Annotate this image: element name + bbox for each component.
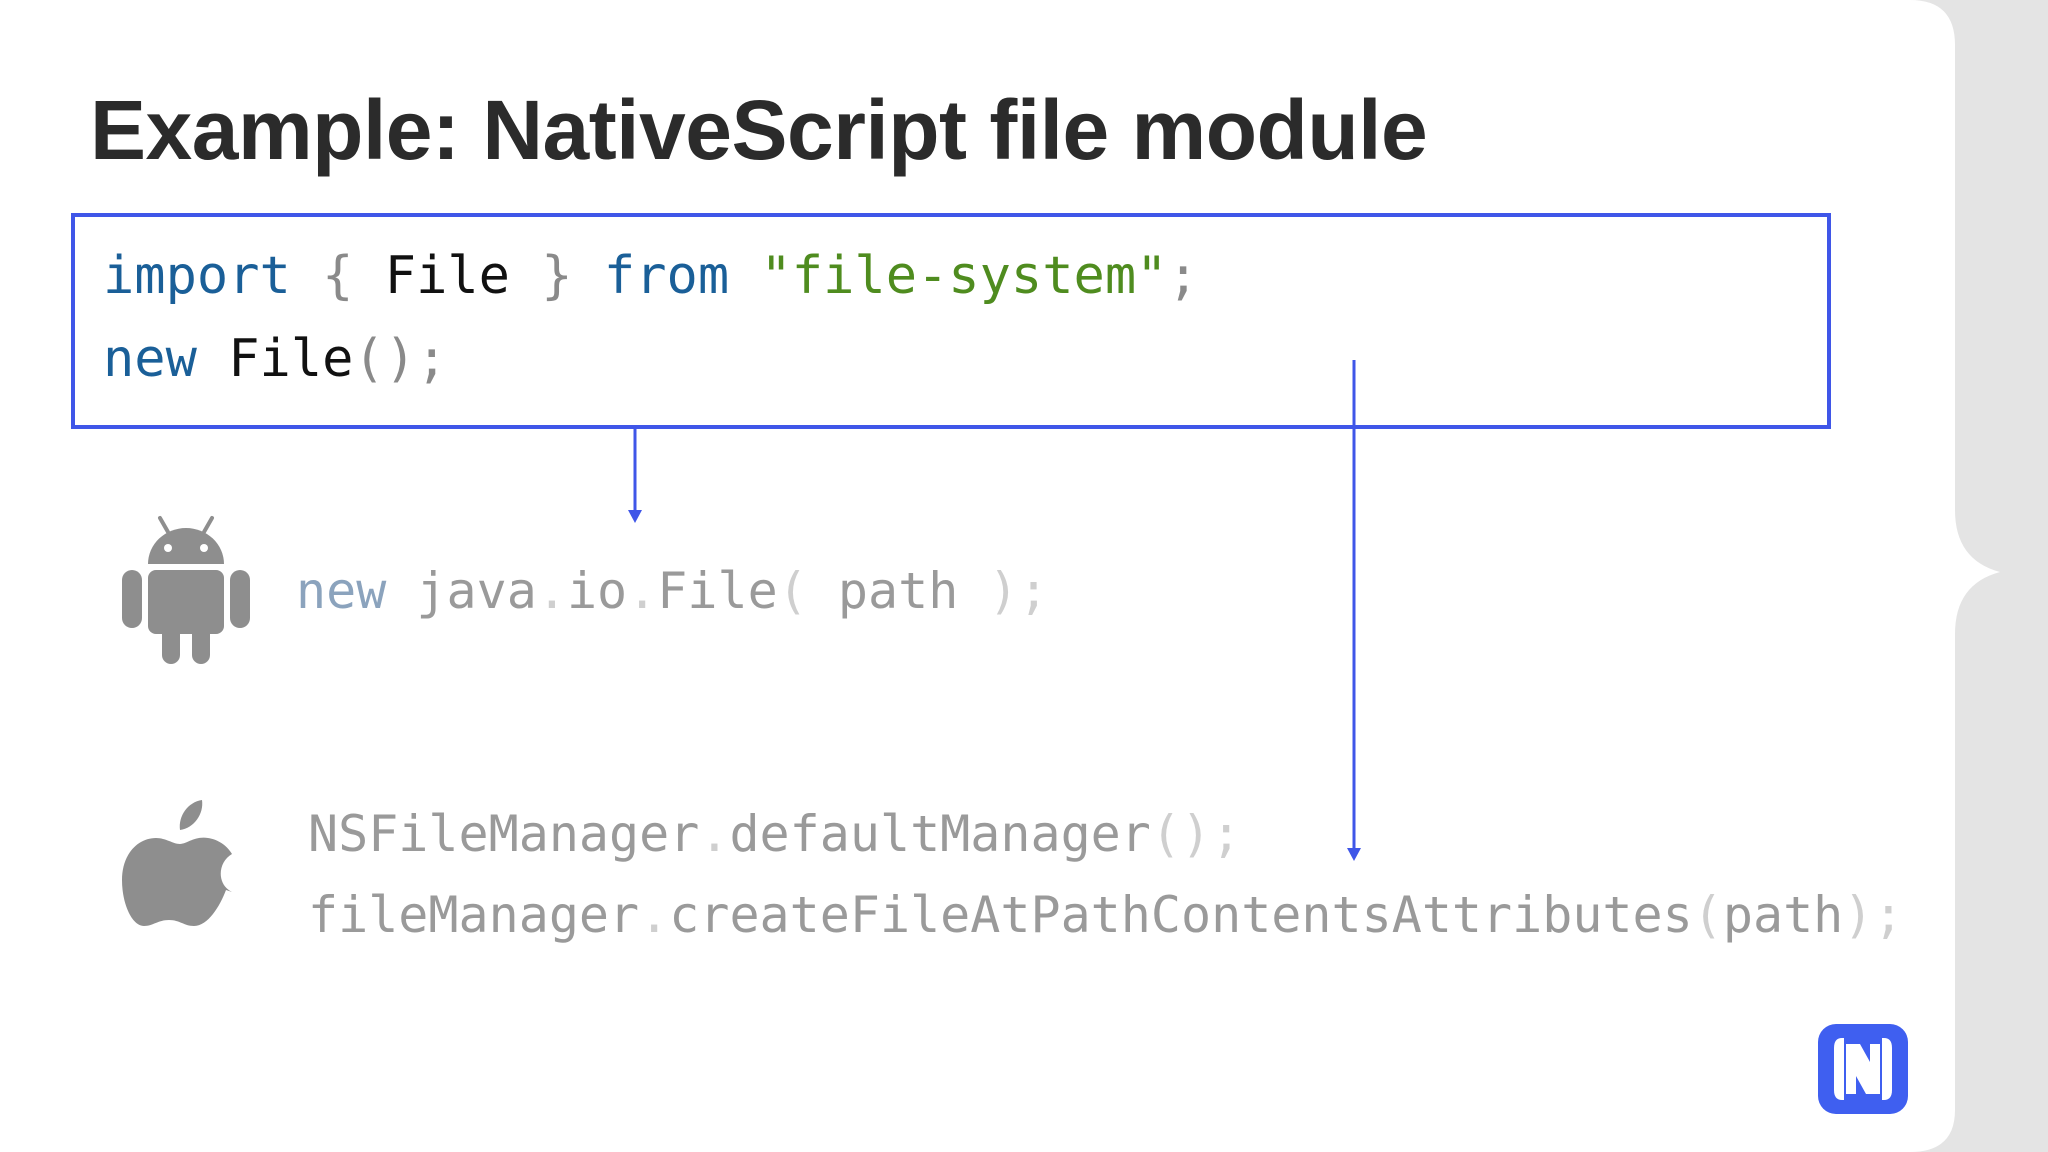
code-token: (); bbox=[1150, 805, 1242, 863]
code-token: defaultManager bbox=[729, 805, 1151, 863]
code-token: path bbox=[837, 562, 959, 620]
code-token: File bbox=[384, 246, 510, 306]
code-token: ; bbox=[1167, 246, 1199, 306]
code-token: . bbox=[639, 886, 670, 944]
code-token: File bbox=[228, 329, 354, 389]
nativescript-logo-icon bbox=[1816, 1022, 1910, 1116]
slide-title: Example: NativeScript file module bbox=[90, 83, 1428, 177]
code-line-new-file: new File(); bbox=[103, 327, 447, 391]
android-code-line: new java.io.File( path ); bbox=[296, 560, 1049, 622]
code-token: ( bbox=[1692, 886, 1723, 944]
code-line-import: import { File } from "file-system"; bbox=[103, 244, 1199, 308]
code-token: ); bbox=[1843, 886, 1904, 944]
slide: Example: NativeScript file module import… bbox=[0, 0, 2048, 1152]
code-token: createFileAtPathContentsAttributes bbox=[669, 886, 1693, 944]
android-icon bbox=[120, 512, 252, 666]
code-token: from bbox=[603, 246, 730, 306]
code-token: path bbox=[1722, 886, 1844, 944]
code-token: File bbox=[657, 562, 778, 620]
code-token: } bbox=[510, 246, 604, 306]
code-token: NSFileManager bbox=[308, 805, 700, 863]
code-token: import bbox=[103, 246, 291, 306]
code-token: java bbox=[386, 562, 537, 620]
ios-code-line-2: fileManager.createFileAtPathContentsAttr… bbox=[308, 884, 1904, 946]
ios-code-line-1: NSFileManager.defaultManager(); bbox=[308, 803, 1241, 865]
code-token: { bbox=[290, 246, 385, 306]
code-token: . bbox=[536, 562, 567, 620]
code-token: (); bbox=[353, 329, 448, 389]
apple-icon bbox=[122, 796, 240, 930]
code-token: . bbox=[627, 562, 658, 620]
code-token: new bbox=[103, 329, 197, 389]
code-token: new bbox=[296, 562, 387, 620]
code-token: io bbox=[566, 562, 628, 620]
code-token: ); bbox=[958, 562, 1049, 620]
code-token: . bbox=[699, 805, 730, 863]
code-token: fileManager bbox=[308, 886, 640, 944]
code-token: "file-system" bbox=[760, 246, 1168, 306]
code-token: ( bbox=[777, 562, 838, 620]
